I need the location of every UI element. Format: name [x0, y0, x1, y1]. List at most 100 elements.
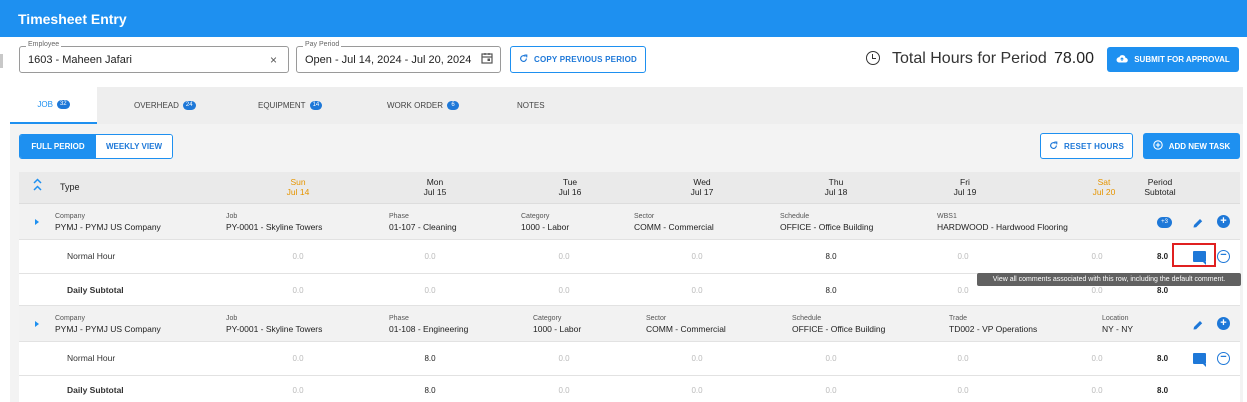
hours-cell-wed[interactable]: 0.0 [677, 252, 717, 261]
field-category: Category 1000 - Labor [521, 211, 569, 233]
field-key: Sector [634, 213, 655, 220]
tab-notes[interactable]: NOTES [517, 87, 545, 124]
field-job: Job PY-0001 - Skyline Towers [226, 313, 322, 335]
tab-job-label: JOB [37, 100, 53, 109]
type-header: Type [60, 182, 80, 192]
hours-cell-mon[interactable]: 8.0 [410, 354, 450, 363]
hours-cell-fri[interactable]: 0.0 [943, 354, 983, 363]
field-value: NY - NY [1102, 324, 1134, 334]
day-header-mon: Mon Jul 15 [415, 177, 455, 197]
hours-cell-wed[interactable]: 0.0 [677, 354, 717, 363]
subtotal-cell-sat: 0.0 [1091, 286, 1103, 295]
refresh-icon [1049, 140, 1058, 152]
collapse-all-icon[interactable] [33, 178, 42, 193]
field-schedule: Schedule OFFICE - Office Building [792, 313, 885, 335]
hours-row: Normal Hour 0.0 8.0 0.0 0.0 0.0 0.0 0.0 … [19, 342, 1240, 376]
field-location: Location NY - NY [1102, 313, 1133, 335]
tab-notes-label: NOTES [517, 101, 545, 110]
hours-row-total: 8.0 [1157, 354, 1169, 363]
clock-icon [866, 51, 880, 65]
subtotal-label: Daily Subtotal [67, 385, 124, 395]
submit-for-approval-button[interactable]: SUBMIT FOR APPROVAL [1107, 47, 1239, 72]
subtotal-row-total: 8.0 [1157, 286, 1169, 295]
field-value: 01-107 - Cleaning [389, 222, 457, 232]
hours-cell-sun[interactable]: 0.0 [278, 252, 318, 261]
hours-cell-fri[interactable]: 0.0 [943, 252, 983, 261]
day-date: Jul 16 [558, 187, 582, 197]
field-key: Trade [949, 315, 968, 322]
more-fields-badge[interactable]: +3 [1157, 217, 1172, 228]
full-period-button[interactable]: FULL PERIOD [20, 135, 96, 158]
subtotal-cell-mon: 0.0 [424, 286, 436, 295]
copy-previous-period-button[interactable]: COPY PREVIOUS PERIOD [510, 46, 646, 73]
task-row: Company PYMJ - PYMJ US Company Job PY-0001… [19, 204, 1240, 240]
add-new-task-button[interactable]: ADD NEW TASK [1143, 133, 1240, 159]
field-key: Phase [389, 315, 409, 322]
tab-equipment[interactable]: EQUIPMENT 14 [258, 87, 323, 124]
subtotal-cell-sat: 0.0 [1091, 386, 1103, 395]
expand-row-icon[interactable] [35, 219, 39, 225]
comment-icon[interactable] [1193, 353, 1206, 367]
pay-period-field[interactable]: Pay Period Open - Jul 14, 2024 - Jul 20,… [296, 41, 501, 73]
day-name: Sat [1097, 177, 1111, 187]
employee-value: 1603 - Maheen Jafari [28, 54, 132, 66]
hours-cell-thu[interactable]: 8.0 [811, 252, 851, 261]
day-date: Jul 17 [690, 187, 714, 197]
subtotal-cell-fri: 0.0 [957, 286, 969, 295]
employee-field[interactable]: Employee 1603 - Maheen Jafari × [19, 41, 289, 73]
field-key: WBS1 [937, 213, 957, 220]
refresh-icon [519, 54, 528, 65]
hours-cell-mon[interactable]: 0.0 [410, 252, 450, 261]
cloud-upload-icon [1116, 54, 1129, 65]
field-value: PYMJ - PYMJ US Company [55, 222, 161, 232]
remove-row-icon[interactable]: − [1217, 352, 1230, 365]
subtotal-cell-thu: 0.0 [825, 386, 837, 395]
edit-icon[interactable] [1192, 216, 1204, 234]
field-value: OFFICE - Office Building [792, 324, 886, 334]
hours-cell-sun[interactable]: 0.0 [278, 354, 318, 363]
remove-row-icon[interactable]: − [1217, 250, 1230, 263]
day-name: Thu [828, 177, 844, 187]
tab-bar: JOB 32 OVERHEAD 24 EQUIPMENT 14 WORK ORD… [10, 87, 1243, 124]
day-date: Jul 14 [286, 187, 310, 197]
tab-job[interactable]: JOB 32 [10, 87, 97, 124]
field-company: Company PYMJ - PYMJ US Company [55, 313, 161, 335]
tab-work-order-count: 6 [447, 101, 459, 110]
app-header: Timesheet Entry [0, 0, 1247, 37]
pay-period-value: Open - Jul 14, 2024 - Jul 20, 2024 [305, 54, 472, 66]
day-header-fri: Fri Jul 19 [945, 177, 985, 197]
tab-overhead-label: OVERHEAD [134, 101, 179, 110]
tab-equipment-count: 14 [309, 101, 323, 110]
expand-row-icon[interactable] [35, 321, 39, 327]
hours-cell-thu[interactable]: 0.0 [811, 354, 851, 363]
day-name: Mon [426, 177, 444, 187]
hours-cell-sat[interactable]: 0.0 [1077, 354, 1117, 363]
subtotal-row-total: 8.0 [1157, 386, 1169, 395]
weekly-view-button[interactable]: WEEKLY VIEW [96, 135, 172, 158]
subtotal-label: Daily Subtotal [67, 285, 124, 295]
edit-icon[interactable] [1192, 318, 1204, 336]
tab-overhead[interactable]: OVERHEAD 24 [134, 87, 196, 124]
hours-type-label: Normal Hour [67, 251, 116, 261]
field-value: OFFICE - Office Building [780, 222, 874, 232]
task-row: Company PYMJ - PYMJ US Company Job PY-0001… [19, 306, 1240, 342]
field-key: Phase [389, 213, 409, 220]
subtotal-cell-fri: 0.0 [957, 386, 969, 395]
calendar-icon[interactable] [481, 52, 493, 67]
clear-icon[interactable]: × [270, 53, 277, 67]
subtotal-cell-wed: 0.0 [691, 386, 703, 395]
field-trade: Trade TD002 - VP Operations [949, 313, 1037, 335]
hours-cell-tue[interactable]: 0.0 [544, 354, 584, 363]
hours-cell-tue[interactable]: 0.0 [544, 252, 584, 261]
subtotal-row: Daily Subtotal 0.0 8.0 0.0 0.0 0.0 0.0 0… [19, 376, 1240, 402]
subtotal-cell-tue: 0.0 [558, 286, 570, 295]
day-header-sun: Sun Jul 14 [278, 177, 318, 197]
reset-hours-button[interactable]: RESET HOURS [1040, 133, 1133, 159]
add-row-icon[interactable]: + [1217, 215, 1230, 228]
add-row-icon[interactable]: + [1217, 317, 1230, 330]
day-name: Sun [290, 177, 306, 187]
timesheet-grid: Type Sun Jul 14 Mon Jul 15 Tue Jul 16 We… [19, 172, 1240, 402]
tab-work-order[interactable]: WORK ORDER 6 [387, 87, 459, 124]
submit-label: SUBMIT FOR APPROVAL [1134, 55, 1230, 64]
hours-cell-sat[interactable]: 0.0 [1077, 252, 1117, 261]
